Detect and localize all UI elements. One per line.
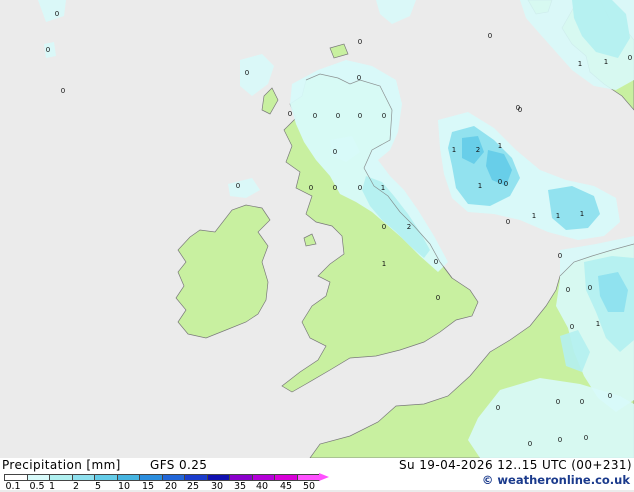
precip-value-label: 1 bbox=[596, 320, 600, 328]
legend-swatch bbox=[4, 474, 28, 481]
precip-value-label: 0 bbox=[55, 10, 59, 18]
precip-value-label: 0 bbox=[504, 180, 508, 188]
legend-swatch bbox=[229, 474, 253, 481]
precip-value-label: 0 bbox=[236, 182, 240, 190]
precip-value-label: 0 bbox=[556, 398, 560, 406]
precip-value-label: 0 bbox=[488, 32, 492, 40]
legend-swatch bbox=[184, 474, 208, 481]
legend-tick: 1 bbox=[48, 481, 56, 492]
legend-tick: 35 bbox=[233, 481, 247, 492]
precip-value-label: 0 bbox=[358, 184, 362, 192]
precip-value-label: 0 bbox=[333, 148, 337, 156]
legend-tick: 2 bbox=[72, 481, 80, 492]
legend-arrow bbox=[319, 473, 329, 481]
precip-value-label: 0 bbox=[309, 184, 313, 192]
precip-value-label: 0 bbox=[46, 46, 50, 54]
precip-value-label: 0 bbox=[580, 398, 584, 406]
precip-value-label: 2 bbox=[476, 146, 480, 154]
legend-swatch bbox=[251, 474, 275, 481]
precip-value-label: 2 bbox=[407, 223, 411, 231]
precip-value-label: 0 bbox=[558, 436, 562, 444]
precipitation-map: 0 0 0 0 0 0 0 0 0 0 0 0 0 0 0 0 1 0 2 1 0 1 2 1 0 1 0 0 1 1 1 0 0 0 1 1 0 0 0 1… bbox=[0, 0, 634, 458]
legend-tick: 25 bbox=[186, 481, 200, 492]
legend-tick: 45 bbox=[279, 481, 293, 492]
legend-tick: 50 bbox=[302, 481, 316, 492]
valid-time: Su 19-04-2026 12..15 UTC (00+231) bbox=[399, 458, 632, 472]
precip-value-label: 0 bbox=[496, 404, 500, 412]
precip-value-label: 0 bbox=[245, 69, 249, 77]
legend-swatch bbox=[274, 474, 298, 481]
legend-tick: 0.1 bbox=[5, 481, 21, 492]
precip-value-label: 0 bbox=[382, 223, 386, 231]
brand-link[interactable]: © weatheronline.co.uk bbox=[482, 473, 630, 487]
precip-value-label: 0 bbox=[313, 112, 317, 120]
precip-value-label: 0 bbox=[506, 218, 510, 226]
precip-value-label: 1 bbox=[452, 146, 456, 154]
precip-value-label: 0 bbox=[434, 258, 438, 266]
precip-value-label: 1 bbox=[578, 60, 582, 68]
precip-value-label: 1 bbox=[580, 210, 584, 218]
precip-value-label: 0 bbox=[628, 54, 632, 62]
precip-value-label: 0 bbox=[566, 286, 570, 294]
precip-value-label: 1 bbox=[498, 142, 502, 150]
legend-tick: 10 bbox=[117, 481, 131, 492]
legend-tick: 0.5 bbox=[29, 481, 45, 492]
precip-value-label: 0 bbox=[584, 434, 588, 442]
legend-swatch bbox=[139, 474, 163, 481]
precip-value-label: 1 bbox=[604, 58, 608, 66]
legend-swatch bbox=[116, 474, 140, 481]
precip-value-label: 1 bbox=[382, 260, 386, 268]
precip-value-label: 0 bbox=[358, 38, 362, 46]
precip-value-label: 0 bbox=[518, 106, 522, 114]
legend-tick: 20 bbox=[164, 481, 178, 492]
legend-tick: 15 bbox=[141, 481, 155, 492]
precip-value-label: 0 bbox=[333, 184, 337, 192]
legend-tick: 30 bbox=[210, 481, 224, 492]
precip-value-label: 0 bbox=[528, 440, 532, 448]
precip-value-label: 0 bbox=[498, 178, 502, 186]
precip-value-label: 0 bbox=[336, 112, 340, 120]
precip-value-label: 0 bbox=[558, 252, 562, 260]
legend-tick: 40 bbox=[255, 481, 269, 492]
precip-value-label: 1 bbox=[381, 184, 385, 192]
map-title: Precipitation [mm] bbox=[2, 458, 121, 472]
precip-value-label: 0 bbox=[288, 110, 292, 118]
precip-value-label: 1 bbox=[478, 182, 482, 190]
legend-swatch bbox=[26, 474, 50, 481]
precip-value-label: 0 bbox=[357, 74, 361, 82]
precip-value-label: 0 bbox=[588, 284, 592, 292]
legend-swatch bbox=[49, 474, 73, 481]
precip-value-label: 0 bbox=[608, 392, 612, 400]
precip-value-label: 0 bbox=[358, 112, 362, 120]
legend-swatch bbox=[94, 474, 118, 481]
precip-value-label: 1 bbox=[532, 212, 536, 220]
precip-value-label: 0 bbox=[436, 294, 440, 302]
precip-legend bbox=[4, 473, 329, 481]
legend-swatch bbox=[71, 474, 95, 481]
precip-value-label: 0 bbox=[570, 323, 574, 331]
precip-value-label: 0 bbox=[382, 112, 386, 120]
precip-value-label: 0 bbox=[61, 87, 65, 95]
legend-swatch bbox=[296, 474, 320, 481]
legend-swatch bbox=[161, 474, 185, 481]
precip-value-label: 1 bbox=[556, 212, 560, 220]
model-name: GFS 0.25 bbox=[150, 458, 208, 472]
legend-tick: 5 bbox=[94, 481, 102, 492]
legend-swatch bbox=[206, 474, 230, 481]
